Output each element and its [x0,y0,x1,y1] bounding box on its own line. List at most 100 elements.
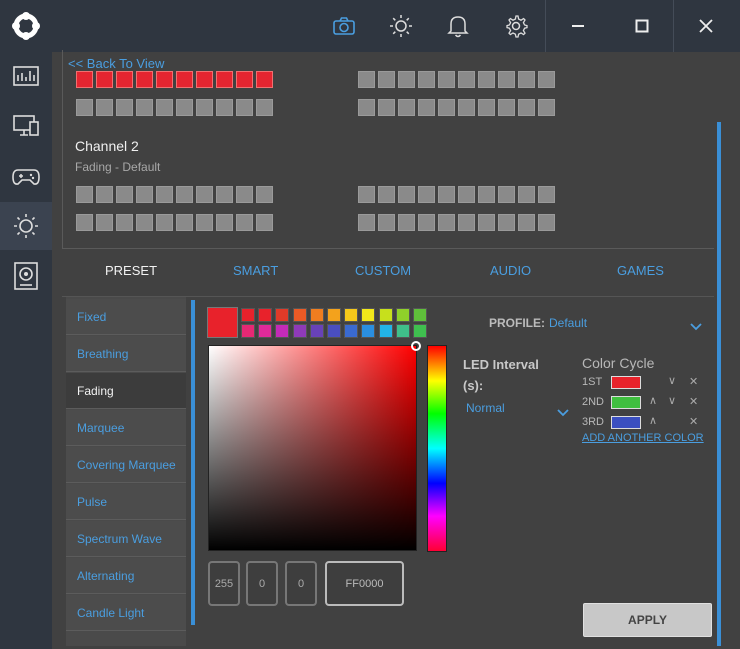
led-cell [398,214,415,231]
color-swatch[interactable] [327,324,341,338]
green-value-input[interactable]: 0 [246,561,278,606]
chevron-down-icon[interactable]: ∨ [668,394,676,407]
led-cell [236,186,253,203]
tab-audio[interactable]: AUDIO [490,263,531,278]
tab-preset[interactable]: PRESET [105,263,157,278]
led-cell [176,71,193,88]
chevron-up-icon[interactable]: ∧ [649,414,657,427]
color-swatch[interactable] [395,308,410,322]
chevron-down-icon[interactable]: ∨ [668,374,676,387]
effect-item-fixed[interactable]: Fixed [66,299,186,335]
remove-icon[interactable]: ✕ [689,375,698,388]
profile-select[interactable]: Default [549,316,587,330]
color-swatch[interactable] [413,324,427,338]
brightness-button[interactable] [385,10,417,42]
color-swatch[interactable] [327,308,341,322]
minimize-button[interactable] [548,0,608,52]
capture-button[interactable] [328,10,360,42]
cycle-entry-swatch[interactable] [611,416,641,429]
color-swatch[interactable] [241,308,255,322]
color-gradient-picker[interactable] [208,341,421,551]
color-swatch[interactable] [361,324,376,338]
remove-icon[interactable]: ✕ [689,415,698,428]
color-swatch[interactable] [378,308,393,322]
red-value-input[interactable]: 255 [208,561,240,606]
monitor-icon [13,115,39,136]
close-icon [699,19,713,33]
led-cell [236,214,253,231]
add-another-color-link[interactable]: ADD ANOTHER COLOR [582,432,704,444]
apply-button[interactable]: APPLY [583,603,712,637]
color-swatch[interactable] [275,324,290,338]
led-cell [478,99,495,116]
effect-item-breathing[interactable]: Breathing [66,336,186,372]
color-swatch[interactable] [292,308,307,322]
effect-list-scrollbar[interactable] [191,300,195,625]
gamepad-icon [12,169,40,185]
rail-item-lighting[interactable] [0,202,52,250]
channel-title: Channel 2 [75,138,139,154]
lighting-icon [14,214,38,238]
led-cell [236,71,253,88]
color-swatch[interactable] [413,308,427,322]
led-cell [538,214,555,231]
main-scrollbar[interactable] [717,122,721,646]
tab-smart[interactable]: SMART [233,263,278,278]
rail-item-dashboard[interactable] [0,52,52,100]
color-swatch[interactable] [344,324,359,338]
color-swatch[interactable] [258,308,273,322]
cycle-entry-swatch[interactable] [611,376,641,389]
color-swatch[interactable] [361,308,376,322]
color-swatch[interactable] [258,324,273,338]
led-cell [378,99,395,116]
led-interval-select[interactable]: Normal [466,401,505,415]
color-swatch[interactable] [309,324,324,338]
led-cell [518,71,535,88]
color-swatch[interactable] [378,324,393,338]
rail-item-audio[interactable] [0,252,52,300]
color-swatch[interactable] [395,324,410,338]
hex-value-input[interactable]: FF0000 [325,561,404,606]
effect-item-alternating[interactable]: Alternating [66,558,186,594]
led-cell [358,186,375,203]
cycle-entry-swatch[interactable] [611,396,641,409]
led-cell [498,71,515,88]
led-cell [398,71,415,88]
color-swatch[interactable] [292,324,307,338]
chevron-up-icon[interactable]: ∧ [649,394,657,407]
effect-item-fading[interactable]: Fading [66,373,186,409]
gear-icon [506,15,528,38]
tab-custom[interactable]: CUSTOM [355,263,411,278]
led-cell [418,99,435,116]
rail-item-devices[interactable] [0,102,52,150]
settings-button[interactable] [500,10,532,42]
hue-slider[interactable] [427,345,447,552]
color-swatch[interactable] [275,308,290,322]
notifications-button[interactable] [442,10,474,42]
led-cell [216,186,233,203]
color-swatch[interactable] [344,308,359,322]
led-cell [216,214,233,231]
effect-item-covering-marquee[interactable]: Covering Marquee [66,447,186,483]
color-swatch[interactable] [241,324,255,338]
back-to-view-link[interactable]: << Back To View [68,56,164,71]
tab-games[interactable]: GAMES [617,263,664,278]
close-button[interactable] [676,0,736,52]
effect-item-spectrum-wave[interactable]: Spectrum Wave [66,521,186,557]
led-cell [216,99,233,116]
led-cell [216,71,233,88]
effect-item-marquee[interactable]: Marquee [66,410,186,446]
separator [545,0,546,52]
chevron-down-icon[interactable] [690,318,702,336]
effect-item-candle-light[interactable]: Candle Light [66,595,186,631]
rail-item-games[interactable] [0,152,52,200]
maximize-button[interactable] [612,0,672,52]
remove-icon[interactable]: ✕ [689,395,698,408]
chevron-down-icon[interactable] [557,404,569,422]
effect-item-pulse[interactable]: Pulse [66,484,186,520]
led-cell [438,186,455,203]
gradient-picker-handle[interactable] [411,341,421,351]
color-swatch[interactable] [309,308,324,322]
blue-value-input[interactable]: 0 [285,561,317,606]
led-cell [136,214,153,231]
